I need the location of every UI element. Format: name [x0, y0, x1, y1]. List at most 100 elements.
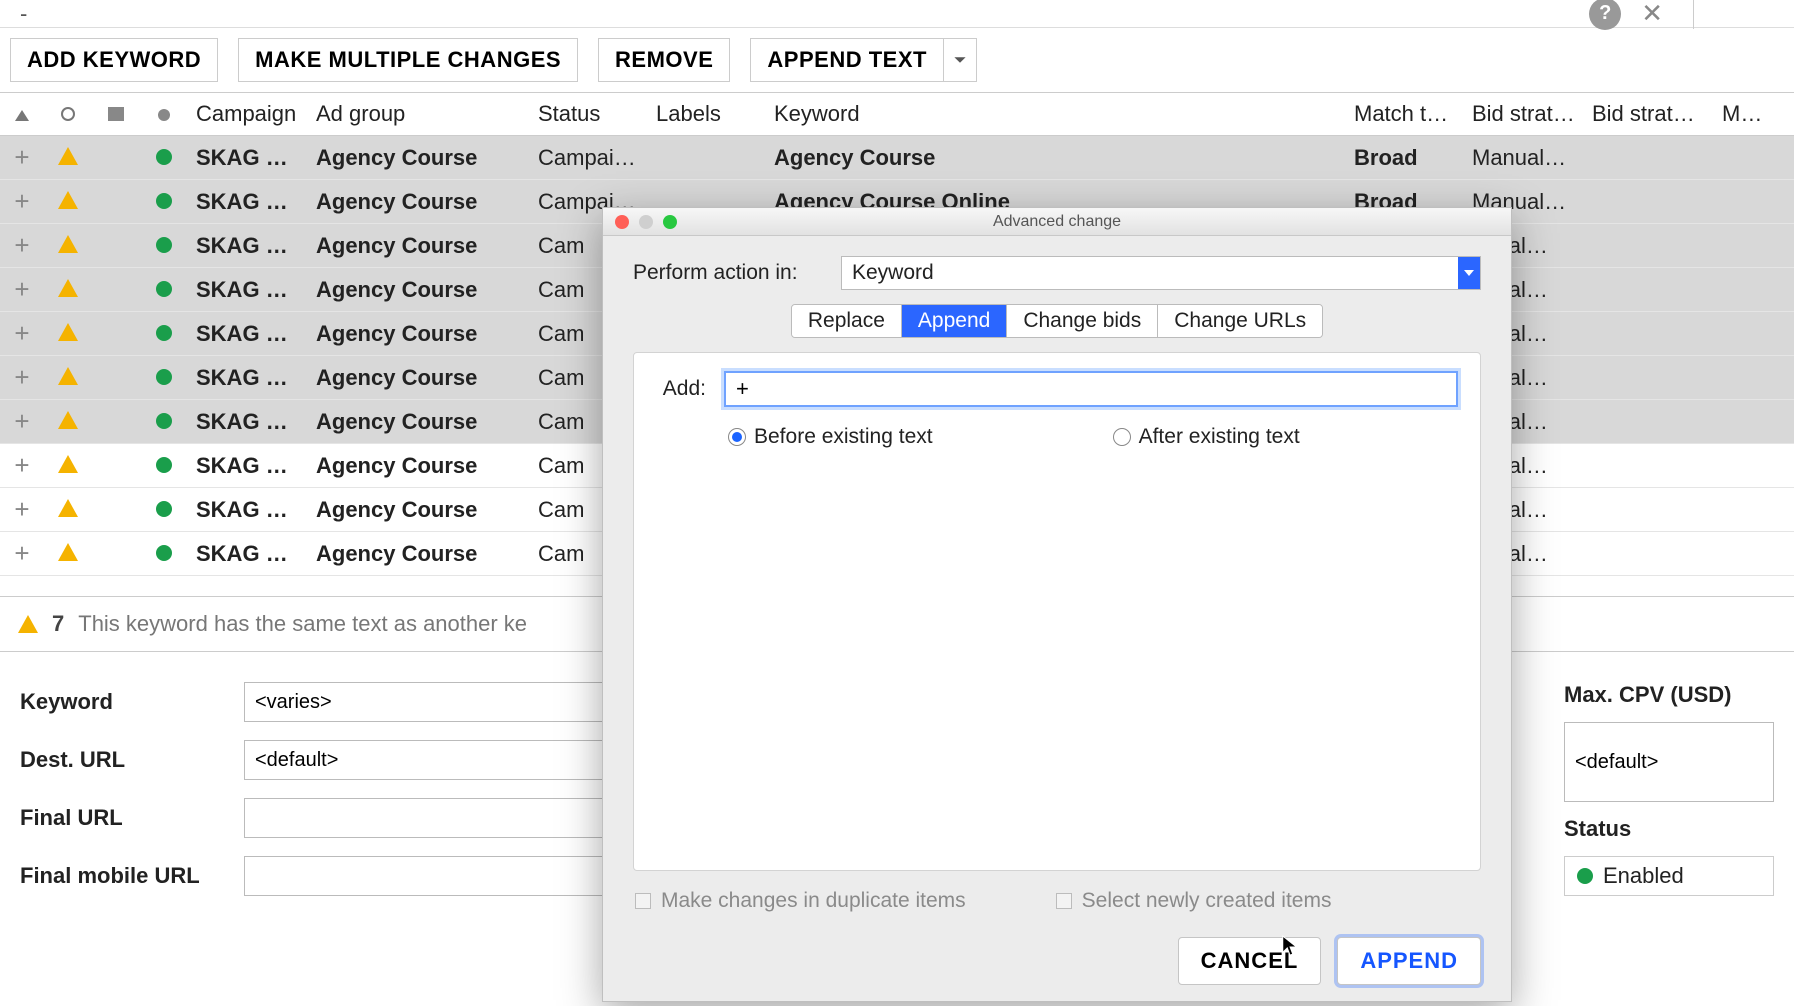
- col-keyword[interactable]: Keyword: [766, 101, 1346, 127]
- table-row[interactable]: +SKAG S…Agency CourseCampai…Agency Cours…: [0, 136, 1794, 180]
- status-select[interactable]: Enabled: [1564, 856, 1774, 896]
- cell-campaign: SKAG S…: [188, 189, 308, 215]
- status-dot: [140, 277, 188, 303]
- cell-status: Campai…: [530, 145, 648, 171]
- tab-change-bids[interactable]: Change bids: [1007, 305, 1158, 337]
- max-cpv-label: Max. CPV (USD): [1564, 682, 1774, 708]
- cell-campaign: SKAG S…: [188, 453, 308, 479]
- cell-ad-group: Agency Course: [308, 409, 530, 435]
- status-dot: [140, 541, 188, 567]
- checkbox-duplicate-label: Make changes in duplicate items: [661, 889, 966, 913]
- append-text-button[interactable]: APPEND TEXT: [750, 38, 943, 82]
- col-match-type[interactable]: Match t…: [1346, 101, 1464, 127]
- col-ad-group[interactable]: Ad group: [308, 101, 530, 127]
- col-max[interactable]: Max.: [1714, 101, 1776, 127]
- warning-text: This keyword has the same text as anothe…: [78, 611, 527, 637]
- clear-icon[interactable]: ✕: [1641, 0, 1663, 29]
- add-text-input[interactable]: [724, 371, 1458, 407]
- perform-action-label: Perform action in:: [633, 261, 823, 285]
- checkbox-select-new-label: Select newly created items: [1082, 889, 1332, 913]
- append-panel: Add: Before existing text After existing…: [633, 352, 1481, 871]
- col-bid-strategy-2[interactable]: Bid strat…: [1584, 101, 1714, 127]
- append-button[interactable]: APPEND: [1337, 937, 1481, 985]
- perform-action-select[interactable]: Keyword: [841, 256, 1481, 290]
- cell-campaign: SKAG S…: [188, 497, 308, 523]
- perform-action-value: Keyword: [852, 261, 934, 285]
- status-dot: [140, 233, 188, 259]
- tab-replace[interactable]: Replace: [792, 305, 902, 337]
- tab-append[interactable]: Append: [902, 305, 1007, 337]
- cell-campaign: SKAG S…: [188, 233, 308, 259]
- final-mobile-url-field[interactable]: [244, 856, 620, 896]
- col-campaign[interactable]: Campaign: [188, 101, 308, 127]
- remove-button[interactable]: REMOVE: [598, 38, 730, 82]
- cell-campaign: SKAG S…: [188, 365, 308, 391]
- cell-ad-group: Agency Course: [308, 145, 530, 171]
- warning-column-header[interactable]: [44, 101, 92, 127]
- cell-bid-strategy: Manual…: [1464, 145, 1584, 171]
- col-labels[interactable]: Labels: [648, 101, 766, 127]
- expand-icon[interactable]: +: [0, 362, 44, 393]
- cell-ad-group: Agency Course: [308, 321, 530, 347]
- final-url-field[interactable]: [244, 798, 620, 838]
- expand-icon[interactable]: +: [0, 450, 44, 481]
- expand-icon[interactable]: +: [0, 274, 44, 305]
- warning-icon: [44, 453, 92, 479]
- cell-ad-group: Agency Course: [308, 541, 530, 567]
- warning-icon: [44, 277, 92, 303]
- expand-icon[interactable]: +: [0, 318, 44, 349]
- add-keyword-button[interactable]: ADD KEYWORD: [10, 38, 218, 82]
- comment-column-header[interactable]: [92, 101, 140, 127]
- toolbar: ADD KEYWORD MAKE MULTIPLE CHANGES REMOVE…: [0, 28, 1794, 92]
- make-multiple-changes-button[interactable]: MAKE MULTIPLE CHANGES: [238, 38, 578, 82]
- warning-icon: [44, 233, 92, 259]
- warning-icon: [44, 497, 92, 523]
- expand-icon[interactable]: +: [0, 186, 44, 217]
- expand-icon[interactable]: +: [0, 230, 44, 261]
- final-url-label: Final URL: [20, 805, 220, 831]
- expand-icon[interactable]: +: [0, 494, 44, 525]
- keyword-field[interactable]: [244, 682, 620, 722]
- status-label: Status: [1564, 816, 1774, 842]
- dest-url-field[interactable]: [244, 740, 620, 780]
- col-status[interactable]: Status: [530, 101, 648, 127]
- max-cpv-field[interactable]: [1564, 722, 1774, 802]
- help-icon[interactable]: ?: [1589, 0, 1621, 30]
- dest-url-label: Dest. URL: [20, 747, 220, 773]
- status-dot-column-header[interactable]: [140, 101, 188, 127]
- keyword-label: Keyword: [20, 689, 220, 715]
- warning-count: 7: [52, 611, 64, 637]
- expand-icon[interactable]: +: [0, 142, 44, 173]
- warning-icon: [44, 145, 92, 171]
- radio-after-existing[interactable]: After existing text: [1113, 425, 1300, 449]
- checkbox-select-new-items[interactable]: Select newly created items: [1056, 889, 1332, 913]
- append-text-dropdown[interactable]: [943, 38, 977, 82]
- action-tabs: Replace Append Change bids Change URLs: [791, 304, 1323, 338]
- status-dot: [140, 497, 188, 523]
- warning-icon: [44, 409, 92, 435]
- status-dot: [140, 321, 188, 347]
- expand-icon[interactable]: +: [0, 406, 44, 437]
- radio-before-existing[interactable]: Before existing text: [728, 425, 933, 449]
- cancel-button[interactable]: CANCEL: [1178, 937, 1322, 985]
- warning-icon: [18, 615, 38, 633]
- warning-icon: [44, 541, 92, 567]
- tab-change-urls[interactable]: Change URLs: [1158, 305, 1322, 337]
- cell-match-type: Broad: [1346, 145, 1464, 171]
- checkbox-duplicate-items[interactable]: Make changes in duplicate items: [635, 889, 966, 913]
- dialog-titlebar[interactable]: Advanced change: [603, 208, 1511, 236]
- cell-campaign: SKAG S…: [188, 277, 308, 303]
- warning-icon: [44, 189, 92, 215]
- radio-icon: [728, 428, 746, 446]
- col-bid-strategy-1[interactable]: Bid strat…: [1464, 101, 1584, 127]
- status-value: Enabled: [1603, 863, 1684, 889]
- cell-ad-group: Agency Course: [308, 277, 530, 303]
- radio-icon: [1113, 428, 1131, 446]
- cell-ad-group: Agency Course: [308, 365, 530, 391]
- table-header: Campaign Ad group Status Labels Keyword …: [0, 92, 1794, 136]
- sort-indicator[interactable]: [0, 101, 44, 127]
- search-input[interactable]: -: [10, 1, 1569, 27]
- warning-icon: [44, 365, 92, 391]
- cell-campaign: SKAG S…: [188, 145, 308, 171]
- expand-icon[interactable]: +: [0, 538, 44, 569]
